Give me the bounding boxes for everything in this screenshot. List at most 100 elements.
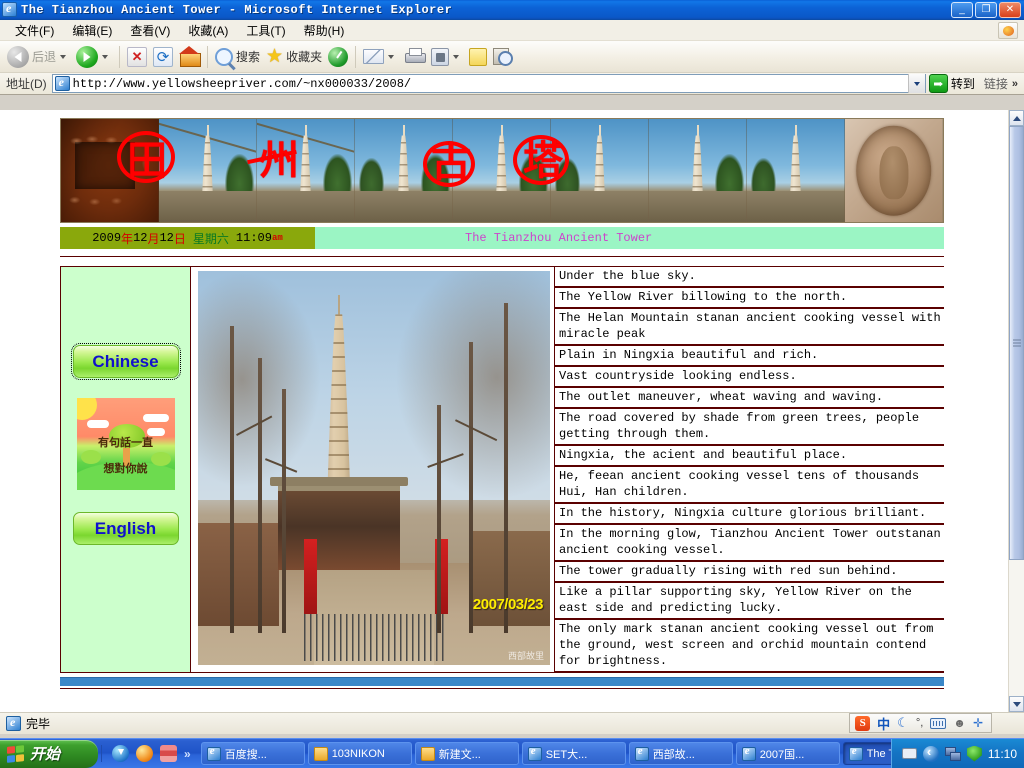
iron-gate [303, 613, 445, 662]
verse-row: Plain in Ningxia beautiful and rich. [555, 345, 944, 366]
back-arrow-icon [7, 45, 29, 68]
scroll-up-button[interactable] [1009, 110, 1024, 126]
scroll-down-button[interactable] [1009, 696, 1024, 712]
stop-icon [127, 46, 148, 67]
date-time: 11:09 [235, 231, 272, 245]
quicklaunch-firefox-icon[interactable] [136, 745, 153, 762]
search-button[interactable]: 搜索 [212, 43, 263, 71]
verse-row: In the morning glow, Tianzhou Ancient To… [555, 524, 944, 561]
task-button[interactable]: 2007国... [735, 742, 840, 765]
task-button[interactable]: SET大... [521, 742, 626, 765]
ime-user-icon[interactable]: ☻ [953, 716, 966, 730]
note-icon [469, 47, 488, 66]
task-button[interactable]: 103NIKON [307, 742, 412, 765]
mail-dropdown-caret-icon[interactable] [388, 54, 395, 59]
ime-soft-keyboard-icon[interactable] [930, 717, 947, 729]
tray-security-shield-icon[interactable] [966, 745, 982, 762]
ime-punctuation-icon[interactable]: °, [916, 717, 923, 729]
sogou-logo-icon[interactable]: S [855, 715, 871, 731]
quicklaunch-app-icon[interactable] [160, 745, 177, 762]
toolbar-overflow-chevron-icon[interactable]: » [1012, 78, 1022, 90]
vertical-scrollbar[interactable] [1008, 110, 1024, 712]
address-bar: 地址(D) http://www.yellowsheepriver.com/~n… [0, 73, 1024, 95]
stop-button[interactable] [124, 43, 150, 71]
menu-view[interactable]: 查看(V) [121, 20, 179, 41]
date-ampm: am [271, 233, 283, 243]
task-ie-icon [634, 745, 649, 761]
menu-favorites[interactable]: 收藏(A) [179, 20, 237, 41]
verse-list: Under the blue sky. The Yellow River bil… [555, 267, 944, 672]
refresh-button[interactable] [150, 43, 176, 71]
tray-network-icon[interactable] [944, 746, 961, 761]
close-button[interactable]: ✕ [999, 1, 1021, 18]
verse-row: Vast countryside looking endless. [555, 366, 944, 387]
site-container: 田 州 古 塔 2009 年 12 月 12 日星期六 11:09 am The Tianzh… [60, 118, 944, 689]
task-button-active[interactable]: The Ti... [842, 742, 891, 765]
date-month-suffix: 月 [147, 232, 160, 247]
date-display: 2009 年 12 月 12 日星期六 11:09 am [60, 227, 315, 249]
sun-shape [76, 398, 97, 420]
history-button[interactable] [325, 43, 351, 71]
ime-mode-chinese[interactable]: 中 [877, 714, 890, 733]
task-button[interactable]: 新建文... [414, 742, 519, 765]
scrollbar-track[interactable] [1009, 126, 1024, 696]
task-label: 新建文... [438, 748, 481, 761]
ime-language-bar[interactable]: S 中 ☾ °, ☻ ✛ [849, 713, 992, 733]
date-weekday: 星期六 [192, 232, 229, 247]
edit-button[interactable] [428, 43, 466, 71]
photo-watermark: 西部故里 [507, 652, 544, 662]
print-button[interactable] [401, 43, 428, 71]
search-icon [215, 47, 234, 66]
quicklaunch-overflow-chevron-icon[interactable]: » [184, 747, 191, 761]
menu-help[interactable]: 帮助(H) [295, 20, 354, 41]
forward-button[interactable] [73, 43, 115, 71]
quicklaunch-download-icon[interactable] [112, 745, 129, 762]
task-button[interactable]: 西部故... [628, 742, 733, 765]
back-dropdown-caret-icon[interactable] [60, 54, 67, 59]
menu-file[interactable]: 文件(F) [6, 20, 63, 41]
favorites-button[interactable]: ★ 收藏夹 [263, 43, 325, 71]
search-label: 搜索 [236, 50, 261, 64]
browser-toolbar: 后退 搜索 ★ 收藏夹 [0, 41, 1024, 73]
mail-button[interactable] [360, 43, 401, 71]
minimize-button[interactable]: _ [951, 1, 973, 18]
home-button[interactable] [176, 43, 203, 71]
language-sidebar: Chinese 有句話一直 想對你說 English [61, 267, 191, 672]
favorites-label: 收藏夹 [286, 50, 323, 64]
scrollbar-thumb[interactable] [1009, 126, 1024, 560]
tree-trunk-6 [436, 404, 441, 634]
restore-button[interactable]: ❐ [975, 1, 997, 18]
task-label: The Ti... [866, 747, 891, 760]
english-language-button[interactable]: English [72, 512, 179, 545]
site-banner: 田 州 古 塔 [60, 118, 944, 223]
task-button-list: 百度搜... 103NIKON 新建文... SET大... 西部故... 20… [197, 742, 891, 765]
forward-arrow-icon [76, 45, 99, 68]
forward-dropdown-caret-icon[interactable] [102, 54, 109, 59]
date-year: 2009 [92, 231, 122, 245]
back-button[interactable]: 后退 [4, 43, 73, 71]
menu-tools[interactable]: 工具(T) [237, 20, 294, 41]
ime-settings-wrench-icon[interactable]: ✛ [973, 716, 983, 730]
date-day: 12 [159, 231, 174, 245]
tray-expand-icon[interactable] [922, 744, 939, 762]
messenger-icon [493, 47, 514, 66]
edit-page-icon [431, 47, 450, 66]
note-button[interactable] [466, 43, 490, 71]
tray-keyboard-icon[interactable] [901, 748, 917, 759]
messenger-button[interactable] [490, 43, 516, 71]
go-button[interactable]: 转到 [926, 74, 980, 93]
ime-halfwidth-moon-icon[interactable]: ☾ [897, 715, 909, 731]
edit-dropdown-caret-icon[interactable] [453, 54, 460, 59]
menu-edit[interactable]: 编辑(E) [63, 20, 121, 41]
system-clock[interactable]: 11:10 [988, 747, 1017, 761]
page-title: The Tianzhou Ancient Tower [465, 231, 653, 245]
toolbar-separator-3 [355, 45, 357, 68]
chinese-language-button[interactable]: Chinese [70, 343, 181, 380]
links-button[interactable]: 链接 [980, 75, 1012, 92]
task-label: SET大... [545, 748, 588, 761]
start-button[interactable]: 开始 [0, 739, 98, 768]
task-button[interactable]: 百度搜... [200, 742, 305, 765]
address-input[interactable]: http://www.yellowsheepriver.com/~nx00003… [51, 74, 926, 93]
address-dropdown-button[interactable] [907, 74, 925, 93]
tree-trunk-4 [503, 302, 508, 634]
